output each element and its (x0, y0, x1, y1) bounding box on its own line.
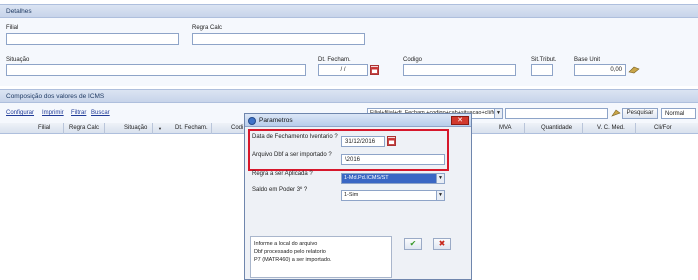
col-divider (524, 123, 525, 134)
arquivo-field[interactable]: \2016 (341, 154, 445, 165)
data-fechamento-label: Data de Fechamento Iventario ? (252, 134, 338, 140)
col-divider (211, 123, 212, 134)
normal-select[interactable]: Normal (661, 108, 696, 119)
saldo-label: Saldo em Poder 3º ? (252, 187, 308, 193)
help-line: Dbf processado pelo relatorio (254, 249, 326, 255)
saldo-value: 1-Sim (344, 192, 359, 198)
codigo-label: Codigo (403, 57, 423, 63)
help-line: P7 (MATR460) a ser importado. (254, 257, 332, 263)
arquivo-label: Arquivo Dbf a ser importado ? (252, 152, 332, 158)
configurar-link[interactable]: Configurar (6, 110, 34, 116)
regra-aplicada-label: Regra a ser Aplicada ? (252, 171, 313, 177)
col-dt-fecham[interactable]: Dt. Fecham. (175, 125, 208, 131)
col-divider (152, 123, 153, 134)
buscar-link[interactable]: Buscar (91, 110, 110, 116)
imprimir-link[interactable]: Imprimir (42, 110, 64, 116)
calculator-icon[interactable] (628, 66, 640, 74)
app-icon (248, 117, 256, 125)
cancel-x-icon[interactable]: ✖ (433, 238, 451, 250)
calendar-glyph (371, 67, 378, 74)
base-unit-label: Base Unit (574, 57, 601, 63)
chevron-down-icon: ▼ (436, 191, 444, 200)
regra-aplicada-select[interactable]: 1-Md.Pd.ICMS/ST ▼ (341, 173, 445, 184)
filial-label: Filial (6, 25, 19, 31)
calendar-icon[interactable] (387, 136, 396, 146)
codigo-field[interactable] (403, 64, 516, 76)
col-divider (635, 123, 636, 134)
detalhes-header: Detalhes (0, 4, 698, 18)
saldo-select[interactable]: 1-Sim ▼ (341, 190, 445, 201)
col-divider (104, 123, 105, 134)
filtrar-link[interactable]: Filtrar (71, 110, 86, 116)
chevron-down-icon: ▼ (494, 109, 502, 118)
dialog-title: Parametros (259, 117, 293, 124)
col-mva[interactable]: MVA (499, 125, 512, 131)
pesquisar-button[interactable]: Pesquisar (622, 108, 658, 119)
regra-calc-field[interactable] (192, 33, 365, 45)
col-codigo[interactable]: Codi (231, 125, 243, 131)
col-filial[interactable]: Filial (38, 125, 50, 131)
help-text-box: Informe a local do arquivo Dbf processad… (250, 236, 392, 278)
sit-tribut-field[interactable] (531, 64, 553, 76)
parametros-dialog: Parametros ✕ Data de Fechamento Iventari… (244, 113, 472, 280)
composicao-header: Composição dos valores de ICMS (0, 89, 698, 103)
sort-arrow-icon: ▼ (158, 126, 162, 131)
filial-field[interactable] (6, 33, 179, 45)
dt-fecham-label: Dt. Fecham. (318, 57, 351, 63)
regra-aplicada-value: 1-Md.Pd.ICMS/ST (344, 175, 389, 181)
col-cli-for[interactable]: Cli/For (654, 125, 672, 131)
calculator-glyph (628, 66, 640, 74)
col-regra-calc[interactable]: Regra Calc (69, 125, 99, 131)
dt-fecham-field[interactable]: / / (318, 64, 368, 76)
data-fechamento-field[interactable]: 31/12/2016 (341, 136, 385, 147)
base-unit-field[interactable]: 0,00 (574, 64, 626, 76)
help-line: Informe a local do arquivo (254, 241, 318, 247)
search-icon[interactable] (611, 108, 621, 118)
situacao-field[interactable] (6, 64, 306, 76)
col-v-c-med[interactable]: V. C. Med. (597, 125, 625, 131)
col-divider (582, 123, 583, 134)
calendar-glyph (388, 138, 395, 145)
situacao-label: Situação (6, 57, 30, 63)
search-input[interactable] (505, 108, 608, 119)
confirm-check-icon[interactable]: ✔ (404, 238, 422, 250)
col-divider (63, 123, 64, 134)
col-quantidade[interactable]: Quantidade (541, 125, 572, 131)
search-glyph (611, 109, 621, 117)
dialog-titlebar[interactable]: Parametros ✕ (245, 114, 471, 127)
chevron-down-icon: ▼ (436, 174, 444, 183)
calendar-icon[interactable] (370, 65, 379, 75)
regra-calc-label: Regra Calc (192, 25, 223, 31)
col-situacao[interactable]: Situação (124, 125, 147, 131)
sit-tribut-label: Sit.Tribut. (531, 57, 557, 63)
close-icon[interactable]: ✕ (451, 116, 469, 125)
